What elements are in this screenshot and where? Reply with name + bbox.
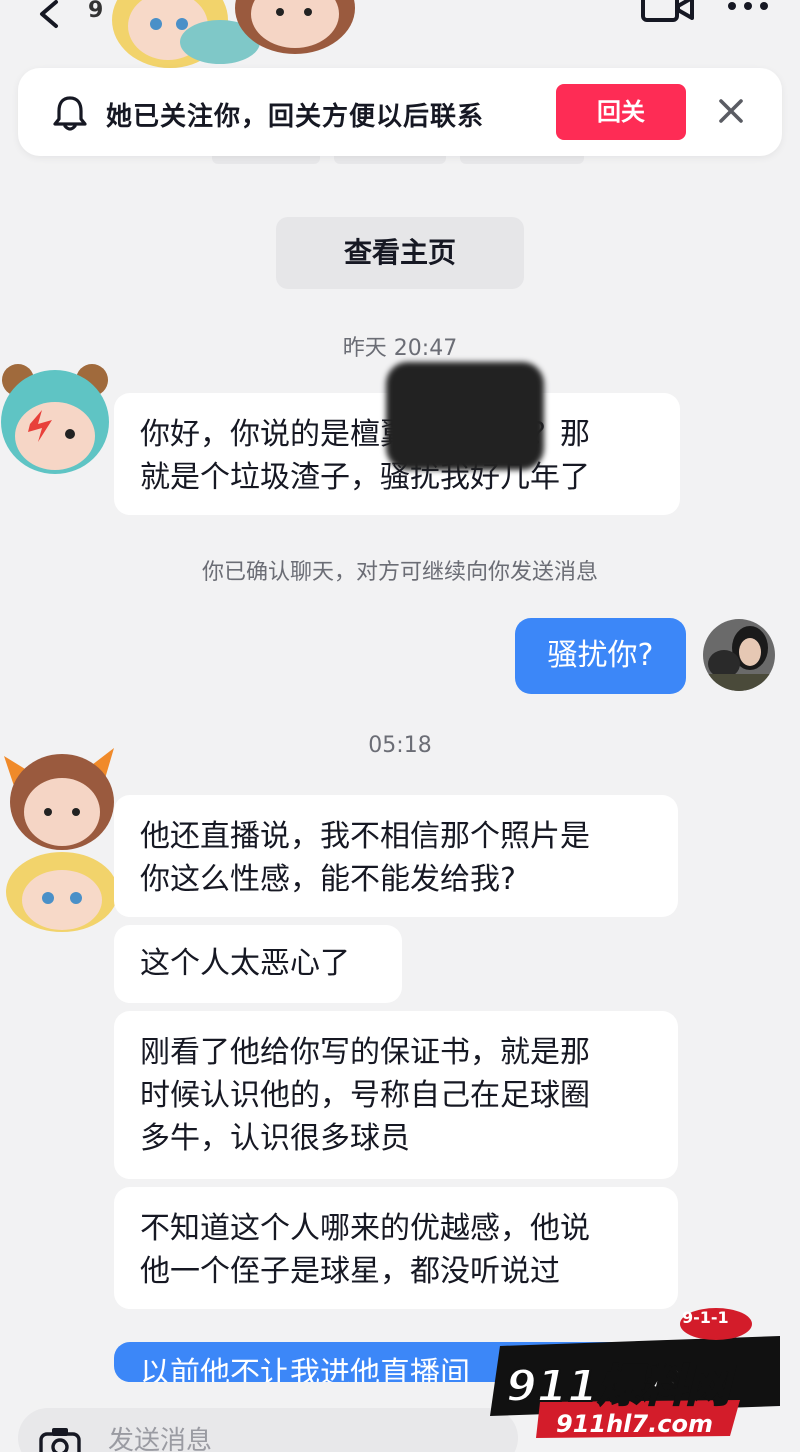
camera-icon[interactable]	[38, 1426, 82, 1452]
follow-back-banner: 她已关注你，回关方便以后联系 回关	[18, 68, 782, 156]
message-bubble-outgoing[interactable]: 骚扰你?	[515, 618, 686, 694]
message-bubble-incoming[interactable]: 刚看了他给你写的保证书，就是那 时候认识他的，号称自己在足球圈 多牛，认识很多球…	[114, 1011, 678, 1179]
view-profile-button[interactable]: 查看主页	[276, 217, 524, 289]
message-text-line: 你这么性感，能不能发给我?	[140, 862, 516, 897]
sender-avatar[interactable]	[0, 362, 110, 482]
chat-header: 9	[0, 0, 800, 68]
message-bubble-incoming[interactable]: 他还直播说，我不相信那个照片是 你这么性感，能不能发给我?	[114, 795, 678, 917]
message-bubble-incoming[interactable]: 这个人太恶心了	[114, 925, 402, 1003]
watermark-badge: 9-1-1	[682, 1308, 729, 1327]
message-text-line: 多牛，认识很多球员	[140, 1121, 410, 1156]
input-placeholder: 发送消息	[108, 1426, 213, 1452]
message-bubble-incoming[interactable]: 不知道这个人哪来的优越感，他说 他一个侄子是球星，都没听说过	[114, 1187, 678, 1309]
sender-avatar[interactable]	[0, 742, 130, 932]
message-text-line: 这个人太恶心了	[140, 946, 350, 981]
redaction-blur	[386, 362, 544, 470]
close-icon[interactable]	[718, 98, 744, 124]
video-call-icon[interactable]	[640, 0, 694, 24]
watermark-url: 911hl7.com	[556, 1410, 713, 1438]
bell-icon	[53, 96, 87, 131]
watermark-logo: 9-1-1 911爆料网 911hl7.com	[480, 1306, 800, 1446]
follow-back-button[interactable]: 回关	[556, 84, 686, 140]
watermark-brand: 911爆料网	[505, 1360, 731, 1413]
message-text-line: 他还直播说，我不相信那个照片是	[140, 819, 590, 854]
header-title-partial: 9	[88, 0, 104, 23]
message-text-line: 他一个侄子是球星，都没听说过	[140, 1254, 560, 1289]
message-input[interactable]: 发送消息	[18, 1408, 518, 1452]
system-notice: 你已确认聊天，对方可继续向你发送消息	[201, 560, 598, 585]
banner-text: 她已关注你，回关方便以后联系	[106, 102, 485, 132]
message-text-line: 时候认识他的，号称自己在足球圈	[140, 1078, 590, 1113]
timestamp: 昨天 20:47	[342, 336, 458, 361]
more-dots-icon[interactable]	[726, 0, 770, 18]
message-text-line: 刚看了他给你写的保证书，就是那	[140, 1035, 590, 1070]
my-avatar[interactable]	[702, 618, 776, 692]
chevron-left-icon[interactable]	[30, 0, 70, 30]
message-text-line: 不知道这个人哪来的优越感，他说	[140, 1211, 590, 1246]
